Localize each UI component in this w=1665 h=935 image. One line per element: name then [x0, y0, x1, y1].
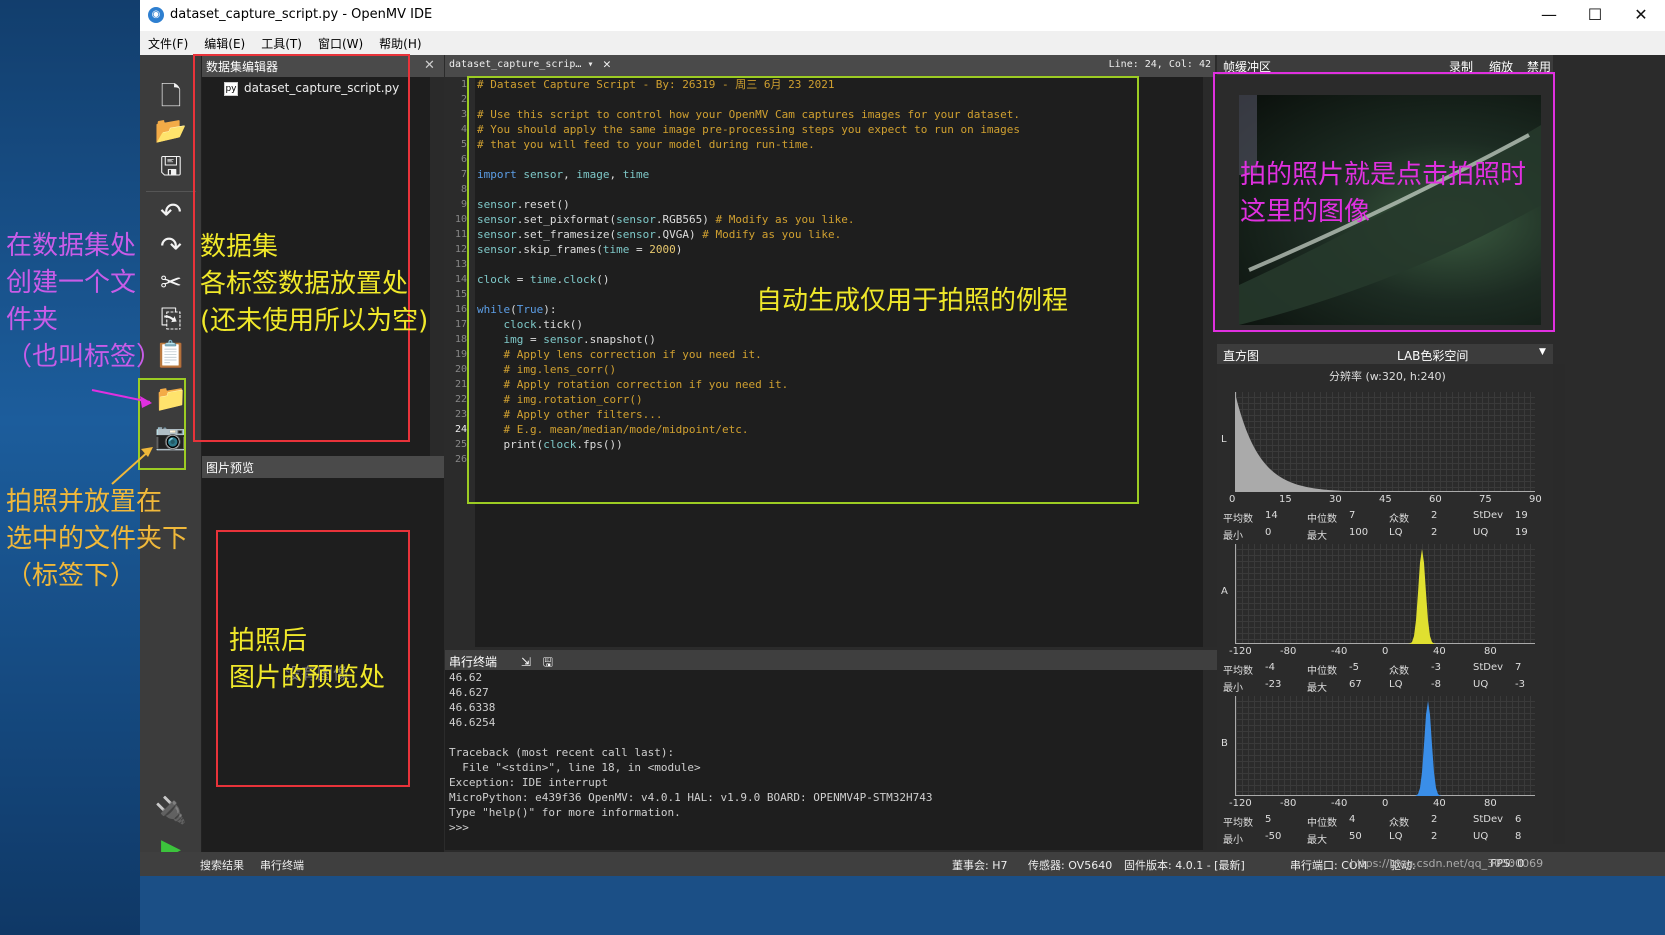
annotation-dataset: 数据集 各标签数据放置处 (还未使用所以为空) — [200, 232, 429, 336]
annotation-create-folder: 在数据集处 创建一个文 件夹 （也叫标签） — [6, 231, 163, 372]
annotation-arrows — [91, 389, 153, 485]
annotation-photo: 拍的照片就是点击拍照时 这里的图像 — [1240, 160, 1527, 227]
annotation-script: 自动生成仅用于拍照的例程 — [756, 286, 1069, 316]
annotation-preview: 拍照后 图片的预览处 — [229, 626, 386, 693]
annotation-capture: 拍照并放置在 选中的文件夹下 （标签下） — [6, 487, 189, 591]
